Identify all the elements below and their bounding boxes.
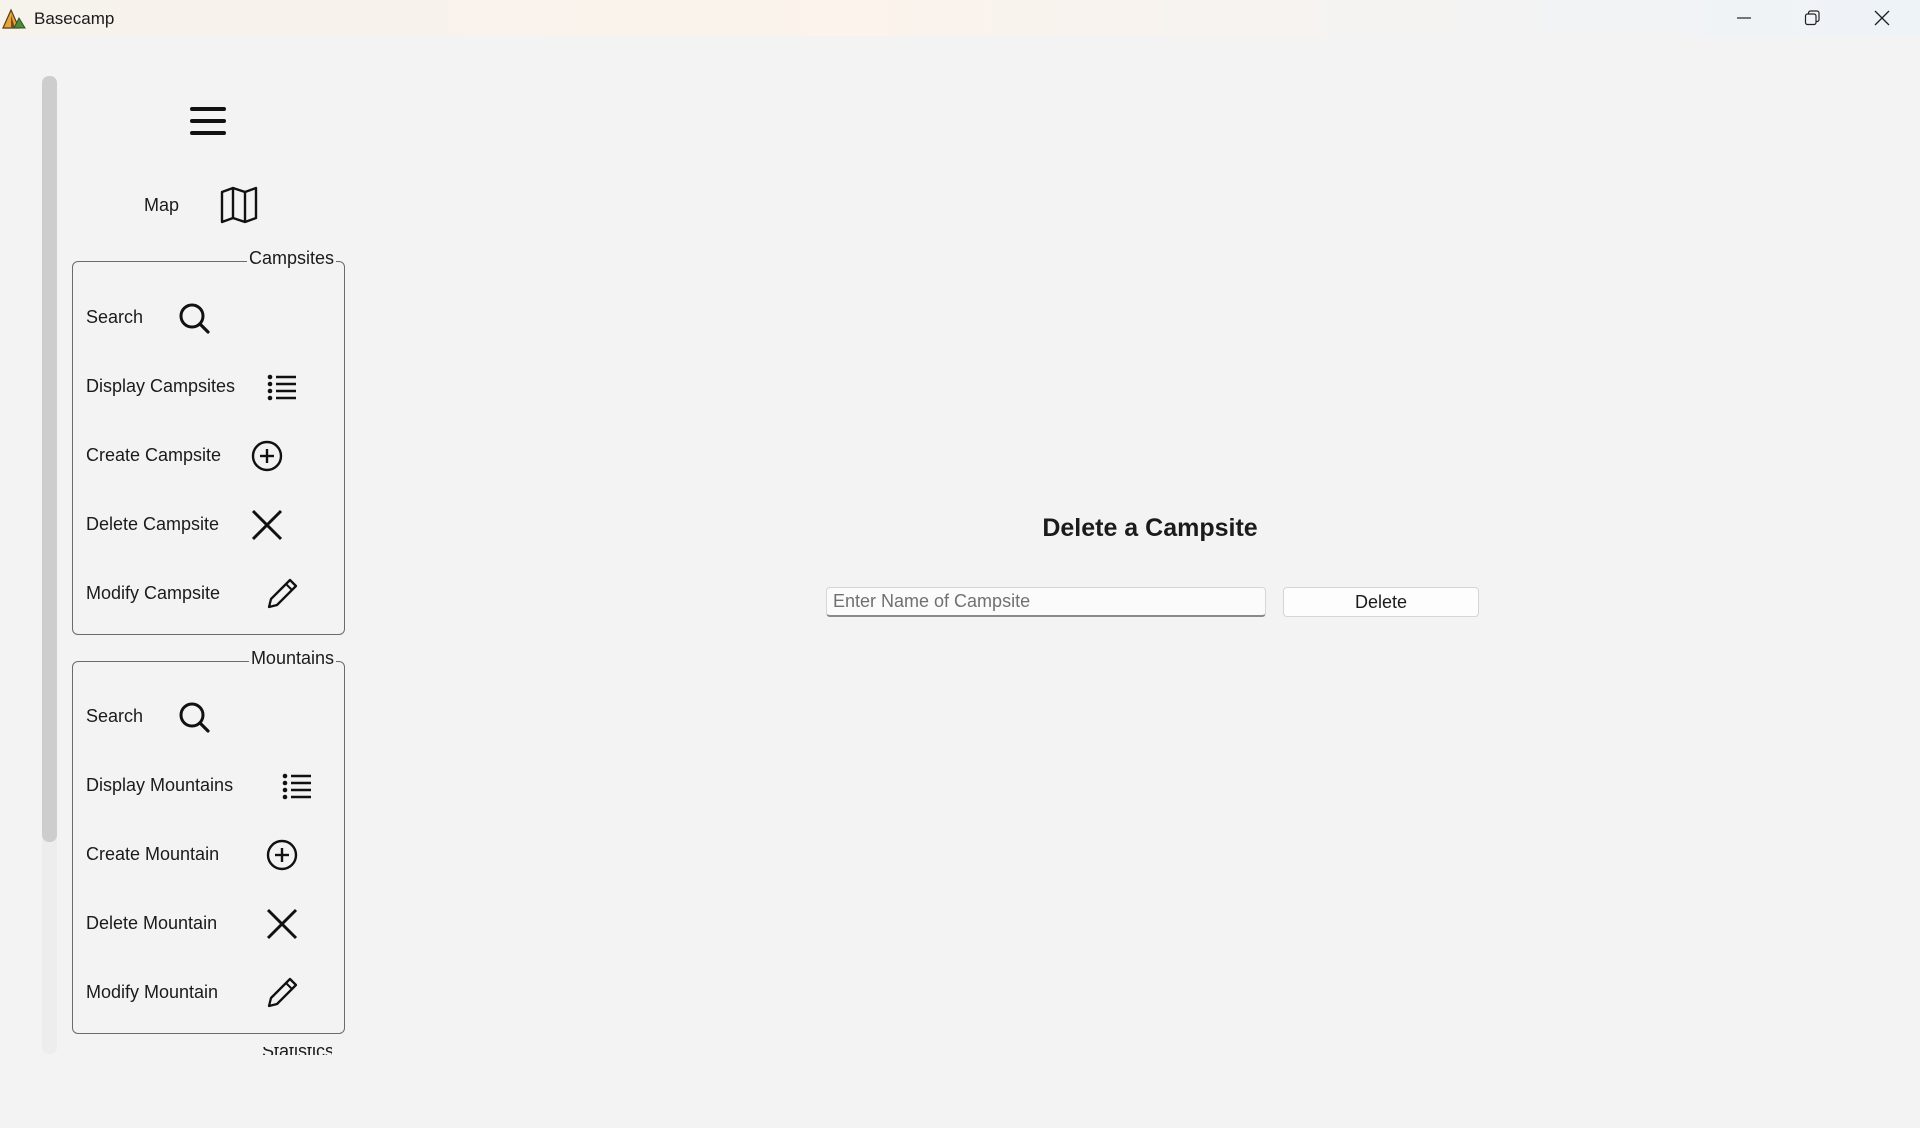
group-title-mountains: Mountains (248, 648, 336, 669)
close-window-button[interactable] (1848, 0, 1916, 36)
title-bar: Basecamp (0, 0, 1920, 36)
mountains-group: Mountains Search Display Mountains Creat… (72, 648, 345, 1034)
hamburger-icon[interactable] (186, 104, 232, 140)
list-icon (282, 773, 311, 800)
sidebar-item-label: Display Mountains (86, 775, 234, 795)
sidebar-item-label: Modify Mountain (86, 982, 219, 1002)
restore-icon (1804, 10, 1820, 26)
campsite-name-input[interactable] (826, 587, 1266, 617)
sidebar-item-label: Modify Campsite (86, 583, 221, 603)
app-title: Basecamp (34, 9, 115, 28)
sidebar-item-label: Search (86, 706, 144, 726)
map-icon[interactable] (218, 184, 260, 226)
close-icon (251, 509, 283, 541)
sidebar-item-map[interactable]: Map (144, 184, 179, 226)
sidebar-item-create-campsite[interactable]: Create Campsite (73, 426, 343, 486)
sidebar-item-delete-campsite[interactable]: Delete Campsite (73, 495, 343, 555)
app-logo-icon (2, 8, 26, 29)
campsites-group: Campsites Search Display Campsites Creat… (72, 248, 345, 635)
sidebar-item-modify-mountain[interactable]: Modify Mountain (73, 963, 343, 1023)
page-title: Delete a Campsite (1042, 514, 1258, 542)
sidebar-scrollbar-thumb[interactable] (42, 76, 57, 842)
close-icon (1874, 10, 1890, 26)
search-icon (179, 702, 210, 733)
list-icon (267, 374, 296, 401)
sidebar-item-display-campsites[interactable]: Display Campsites (73, 357, 343, 417)
sidebar-item-display-mountains[interactable]: Display Mountains (73, 756, 343, 816)
sidebar-item-create-mountain[interactable]: Create Mountain (73, 825, 343, 885)
sidebar-item-label: Display Campsites (86, 376, 236, 396)
sidebar-item-label: Delete Campsite (86, 514, 220, 534)
sidebar-item-label: Search (86, 307, 144, 327)
group-title-campsites: Campsites (246, 248, 336, 269)
plus-circle-icon (266, 839, 298, 871)
search-icon (179, 303, 210, 334)
maximize-button[interactable] (1778, 0, 1846, 36)
sidebar-item-label: Create Mountain (86, 844, 220, 864)
pencil-icon (267, 578, 298, 609)
sidebar-item-modify-campsite[interactable]: Modify Campsite (73, 564, 343, 624)
pencil-icon (267, 977, 298, 1008)
sidebar-item-mountain-search[interactable]: Search (73, 687, 343, 747)
sidebar-item-label: Create Campsite (86, 445, 222, 465)
delete-button[interactable]: Delete (1283, 587, 1479, 617)
group-title-statistics-partial: Statistics (262, 1047, 332, 1055)
sidebar-item-campsite-search[interactable]: Search (73, 288, 343, 348)
plus-circle-icon (251, 440, 283, 472)
minimize-icon (1737, 17, 1751, 19)
sidebar-item-label: Delete Mountain (86, 913, 218, 933)
sidebar-item-delete-mountain[interactable]: Delete Mountain (73, 894, 343, 954)
sidebar-item-label: Map (144, 194, 180, 215)
close-icon (266, 908, 298, 940)
minimize-button[interactable] (1710, 0, 1778, 36)
